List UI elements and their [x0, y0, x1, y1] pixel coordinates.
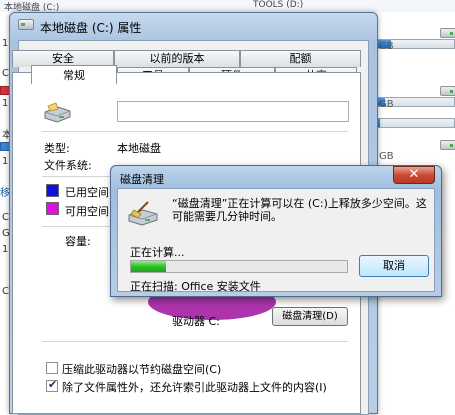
cleanup-message: “磁盘清理”正在计算可以在 (C:)上释放多少空间。这可能需要几分钟时间。: [172, 197, 427, 223]
disk-cleanup-icon: [128, 201, 158, 226]
bg-gb-label: GB: [379, 41, 394, 52]
properties-titlebar[interactable]: 本地磁盘 (C:) 属性: [10, 13, 377, 39]
bg-gb-label: GB: [379, 151, 394, 162]
drive-letter-label: 驱动器 C:: [172, 315, 220, 328]
bg-fragment: 1: [2, 156, 9, 167]
divider: [42, 176, 112, 177]
close-button[interactable]: ✕: [393, 166, 435, 184]
calculating-status: 正在计算...: [130, 246, 185, 259]
tab-previous-versions[interactable]: 以前的版本: [114, 50, 240, 67]
scanning-status: 正在扫描: Office 安装文件: [130, 280, 261, 293]
drive-icon: [440, 140, 455, 150]
divider: [42, 341, 348, 342]
cleanup-progress-bar: [130, 260, 348, 273]
type-value: 本地磁盘: [117, 142, 161, 155]
drive-icon: [440, 86, 455, 96]
cleanup-dialog-title: 磁盘清理: [120, 173, 164, 186]
drive-icon: [18, 19, 34, 30]
free-space-label: 可用空间: [65, 205, 109, 218]
capacity-label: 容量:: [65, 235, 91, 248]
cleanup-dialog-body: “磁盘清理”正在计算可以在 (C:)上释放多少空间。这可能需要几分钟时间。 正在…: [117, 188, 435, 293]
background-drive-d-label: TOOLS (D:): [253, 0, 304, 10]
disk-cleanup-dialog: 磁盘清理 ✕ “磁盘清理”正在计算可以在 (C:)上释放多少空间。这可能需要几分…: [110, 165, 442, 297]
bg-fragment: C: [2, 68, 9, 79]
compress-drive-checkbox[interactable]: [46, 362, 58, 374]
divider: [42, 226, 112, 227]
divider: [42, 131, 348, 132]
bg-fragment: 1: [2, 38, 9, 49]
bg-fragment: C: [2, 212, 9, 223]
background-drive-header: 本地磁盘 (C:) TOOLS (D:): [0, 0, 455, 13]
bg-fragment: C: [2, 286, 9, 297]
compress-drive-label: 压缩此驱动器以节约磁盘空间(C): [62, 363, 222, 376]
drive-icon: [440, 28, 455, 38]
progress-fill: [131, 261, 166, 272]
used-space-label: 已用空间: [65, 186, 109, 199]
type-label: 类型:: [44, 142, 70, 155]
filesystem-label: 文件系统:: [44, 159, 92, 172]
index-contents-checkbox[interactable]: [46, 378, 58, 392]
tab-quota[interactable]: 配额: [240, 50, 361, 67]
bg-drive-usage-bar: [369, 118, 455, 128]
cancel-button[interactable]: 取消: [359, 255, 429, 277]
free-space-swatch: [46, 202, 59, 215]
index-contents-label: 除了文件属性外，还允许索引此驱动器上文件的内容(I): [62, 381, 327, 394]
drive-name-input[interactable]: [117, 101, 349, 122]
bg-fragment: 1: [2, 244, 9, 255]
disk-cleanup-button[interactable]: 磁盘清理(D): [272, 307, 348, 326]
tab-general[interactable]: 常规: [31, 65, 117, 84]
close-icon: ✕: [408, 167, 420, 182]
properties-title: 本地磁盘 (C:) 属性: [40, 21, 142, 35]
bg-gb-label: GB: [379, 99, 394, 110]
hard-drive-icon: [44, 102, 71, 123]
bg-fragment: 1: [2, 98, 9, 109]
used-space-swatch: [46, 184, 59, 197]
